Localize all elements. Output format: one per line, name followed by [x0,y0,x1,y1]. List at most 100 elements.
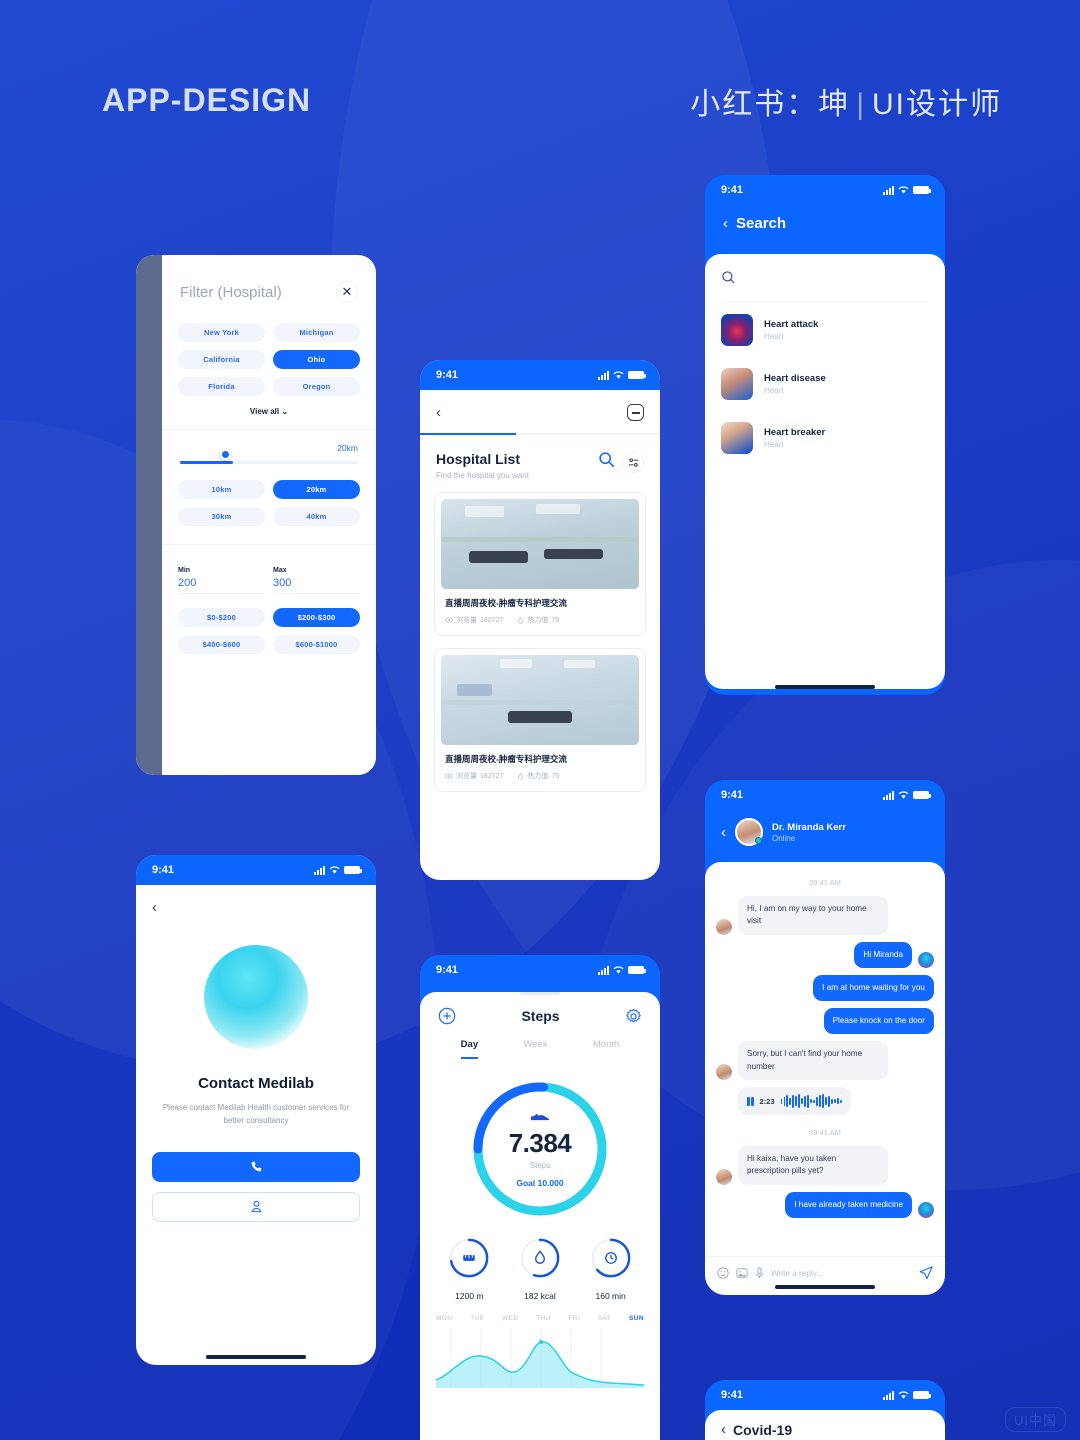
eye-icon [445,617,453,623]
search-result-item[interactable]: Heart attack Heart [721,303,929,357]
avatar [918,951,934,968]
wifi-icon [898,1390,909,1399]
max-input[interactable]: 300 [273,574,360,594]
message-bubble[interactable]: Hi Miranda [854,941,912,968]
slider-handle[interactable] [219,449,231,460]
pause-icon[interactable] [747,1096,754,1106]
state-chip[interactable]: Florida [178,377,265,396]
stat-label: 1200 m [455,1291,484,1301]
chat-header: ‹ Dr. Miranda Kerr Online [705,810,945,862]
message-icon[interactable] [627,404,644,421]
status-bar: 9:41 [420,955,660,985]
state-chip[interactable]: Michigan [273,323,360,342]
avatar[interactable] [735,818,763,846]
chevron-left-icon[interactable]: ‹ [152,899,157,916]
distance-slider[interactable] [162,449,376,464]
chat-input-bar[interactable]: Write a reply... [705,1256,945,1280]
stat-distance: 1200 m [448,1237,490,1301]
chevron-left-icon[interactable]: ‹ [723,215,728,232]
search-icon[interactable] [598,451,615,473]
views-label: 浏览量 [456,773,477,780]
view-all-button[interactable]: View all ⌄ [162,396,376,416]
search-header: ‹ Search [705,205,945,254]
distance-chip[interactable]: 40km [273,507,360,526]
state-chip-selected[interactable]: Ohio [273,350,360,369]
price-chip[interactable]: $400-$600 [178,635,265,654]
call-button[interactable] [152,1151,360,1182]
day-label[interactable]: SAT [598,1315,611,1322]
result-thumbnail [721,368,753,400]
wifi-icon [613,370,624,379]
search-page-title: Search [736,215,787,232]
search-screen: 9:41 ‹ Search Heart attack Heart Heart d… [705,175,945,695]
gradient-blob [204,945,308,1049]
steps-stats: 1200 m 182 kcal 160 min [420,1219,660,1301]
contact-description: Please contact Medilab Health customer s… [162,1103,350,1125]
status-time: 9:41 [436,369,459,381]
status-icons [883,1390,931,1400]
day-label[interactable]: FRI [569,1315,581,1322]
hospital-card-title: 直播周周夜校-肿瘤专科护理交流 [445,754,567,764]
search-result-item[interactable]: Heart breaker Heart [721,411,929,465]
search-input[interactable] [721,254,929,303]
page-header: APP-DESIGN 小红书：坤 | UI设计师 [0,82,1080,142]
gear-icon [626,1008,641,1022]
message-bubble[interactable]: Hi kaixa, have you taken prescription pi… [738,1146,888,1185]
steps-title: Steps [521,1008,560,1024]
filter-title-suffix: (Hospital) [217,283,282,301]
author-handle: 小红书：坤 [690,88,851,121]
chevron-down-icon: ⌄ [281,407,289,416]
home-indicator [206,1355,306,1359]
emoji-icon [717,1267,729,1279]
hospital-card[interactable]: 直播周周夜校-肿瘤专科护理交流 浏览量 182727 热力值 75 [434,648,646,792]
views-label: 浏览量 [456,617,477,624]
search-result-item[interactable]: Heart disease Heart [721,357,929,411]
chevron-left-icon[interactable]: ‹ [721,1421,726,1438]
price-chip-selected[interactable]: $200-$300 [273,608,360,627]
author-role: UI设计师 [872,88,1002,121]
hospital-card-meta: 浏览量 182727 热力值 75 [441,609,639,629]
page-title: APP-DESIGN [102,82,312,118]
message-bubble[interactable]: I have already taken medicine [785,1191,912,1218]
message-bubble[interactable]: I am at home waiting for you [813,974,934,1002]
day-label[interactable]: MON [436,1315,452,1322]
hospital-card[interactable]: 直播周周夜校-肿瘤专科护理交流 浏览量 182727 热力值 75 [434,492,646,636]
message-bubble[interactable]: Hi, I am on my way to your home visit [738,896,888,935]
day-label[interactable]: TUE [470,1315,484,1322]
search-sheet: Heart attack Heart Heart disease Heart H… [705,254,945,689]
message-bubble[interactable]: Sorry, but I can't find your home number [738,1041,888,1081]
status-time: 9:41 [436,964,459,976]
chat-voice-message[interactable]: 2:23 [716,1087,934,1116]
contact-screen: 9:41 ‹ Contact Medilab Please contact Me… [136,855,376,1365]
price-chip[interactable]: $600-$1000 [273,635,360,654]
tab-day[interactable]: Day [460,1039,479,1059]
distance-chip[interactable]: 10km [178,480,265,499]
image-icon [736,1268,748,1278]
filter-icon[interactable] [623,451,644,473]
distance-chip-selected[interactable]: 20km [273,480,360,499]
day-label-active[interactable]: SUN [629,1315,644,1322]
chevron-left-icon[interactable]: ‹ [721,824,726,841]
steps-unit-label: Steps [529,1161,551,1170]
wifi-icon [898,790,909,799]
chat-screen: 9:41 ‹ Dr. Miranda Kerr Online 09:41 AM … [705,780,945,1295]
price-chip[interactable]: $0-$200 [178,608,265,627]
day-label[interactable]: WED [502,1315,518,1322]
online-dot-icon [755,837,762,844]
hospital-image [441,655,639,745]
message-bubble[interactable]: Please knock on the door [823,1008,934,1035]
state-chip[interactable]: California [178,350,265,369]
close-icon[interactable]: ✕ [336,281,358,303]
chevron-left-icon[interactable]: ‹ [436,404,441,421]
state-chip[interactable]: Oregon [273,377,360,396]
day-label[interactable]: THU [536,1315,551,1322]
distance-chip[interactable]: 30km [178,507,265,526]
state-chip[interactable]: New York [178,323,265,342]
min-input[interactable]: 200 [178,574,265,594]
tab-week[interactable]: Week [523,1039,547,1059]
chat-message-them: Hi kaixa, have you taken prescription pi… [716,1146,934,1185]
dimmed-backdrop[interactable] [136,255,162,775]
tab-month[interactable]: Month [593,1039,619,1059]
profile-button[interactable] [152,1191,360,1222]
reply-input[interactable]: Write a reply... [771,1269,912,1278]
